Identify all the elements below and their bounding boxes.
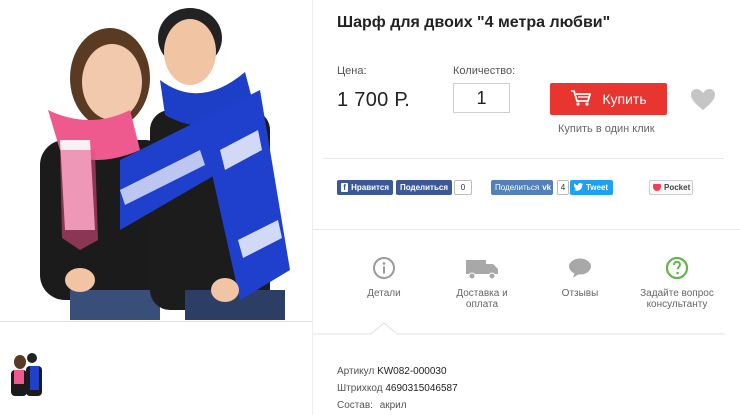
barcode-label: Штрихкод bbox=[337, 383, 383, 394]
barcode-value: 4690315046587 bbox=[385, 383, 458, 394]
tab-delivery-label: Доставка и оплата bbox=[456, 288, 508, 310]
photo-divider bbox=[0, 321, 312, 322]
facebook-like-label: Нравится bbox=[351, 183, 389, 192]
divider bbox=[323, 158, 724, 159]
one-click-buy-link[interactable]: Купить в один клик bbox=[558, 123, 655, 135]
barcode-row: Штрихкод 4690315046587 bbox=[337, 383, 458, 394]
facebook-share-count: 0 bbox=[454, 180, 472, 195]
material-value: акрил bbox=[379, 400, 407, 411]
tab-reviews-label: Отзывы bbox=[561, 288, 599, 299]
facebook-icon: f bbox=[341, 183, 349, 192]
vk-icon: vk bbox=[542, 183, 552, 192]
tab-reviews[interactable]: Отзывы bbox=[535, 256, 625, 299]
sku-row: Артикул KW082-000030 bbox=[337, 366, 447, 377]
cart-icon bbox=[570, 89, 592, 110]
tweet-button[interactable]: Tweet bbox=[570, 180, 613, 195]
tab-delivery[interactable]: Доставка и оплата bbox=[437, 256, 527, 310]
facebook-share-button[interactable]: Поделиться bbox=[396, 180, 452, 195]
tab-details-label: Детали bbox=[367, 288, 401, 299]
buy-button[interactable]: Купить bbox=[550, 83, 667, 115]
chat-bubble-icon bbox=[568, 256, 592, 280]
sku-value: KW082-000030 bbox=[377, 366, 447, 377]
twitter-icon bbox=[574, 182, 583, 193]
question-icon bbox=[665, 256, 689, 280]
heart-icon[interactable] bbox=[690, 88, 716, 112]
sku-label: Артикул bbox=[337, 366, 375, 377]
product-title: Шарф для двоих "4 метра любви" bbox=[337, 14, 611, 31]
pocket-label: Pocket bbox=[664, 183, 691, 192]
vk-share-button[interactable]: Поделиться vk bbox=[491, 180, 553, 195]
tweet-label: Tweet bbox=[586, 183, 609, 192]
vk-share-label: Поделиться bbox=[495, 183, 540, 192]
price-label: Цена: bbox=[337, 65, 367, 77]
buy-button-label: Купить bbox=[602, 91, 647, 107]
vertical-divider bbox=[312, 0, 313, 415]
tab-ask-consultant[interactable]: Задайте вопрос консультанту bbox=[632, 256, 722, 310]
vk-share-count: 4 bbox=[557, 180, 569, 195]
tab-details[interactable]: Детали bbox=[339, 256, 429, 299]
tab-ask-consultant-label: Задайте вопрос консультанту bbox=[640, 288, 714, 310]
pocket-icon bbox=[653, 184, 661, 191]
product-thumbnail[interactable] bbox=[6, 350, 46, 398]
quantity-input[interactable]: 1 bbox=[453, 83, 510, 113]
info-icon bbox=[372, 256, 396, 280]
product-price: 1 700 Р. bbox=[337, 89, 411, 111]
facebook-like-button[interactable]: f Нравится bbox=[337, 180, 393, 195]
material-row: Состав: акрил bbox=[337, 400, 407, 411]
divider bbox=[313, 229, 740, 230]
facebook-share-label: Поделиться bbox=[400, 183, 449, 192]
active-tab-indicator bbox=[313, 322, 725, 335]
material-label: Состав: bbox=[337, 400, 373, 411]
quantity-label: Количество: bbox=[453, 65, 516, 77]
pocket-button[interactable]: Pocket bbox=[649, 180, 693, 195]
product-photo[interactable] bbox=[0, 0, 312, 320]
truck-icon bbox=[465, 256, 499, 280]
